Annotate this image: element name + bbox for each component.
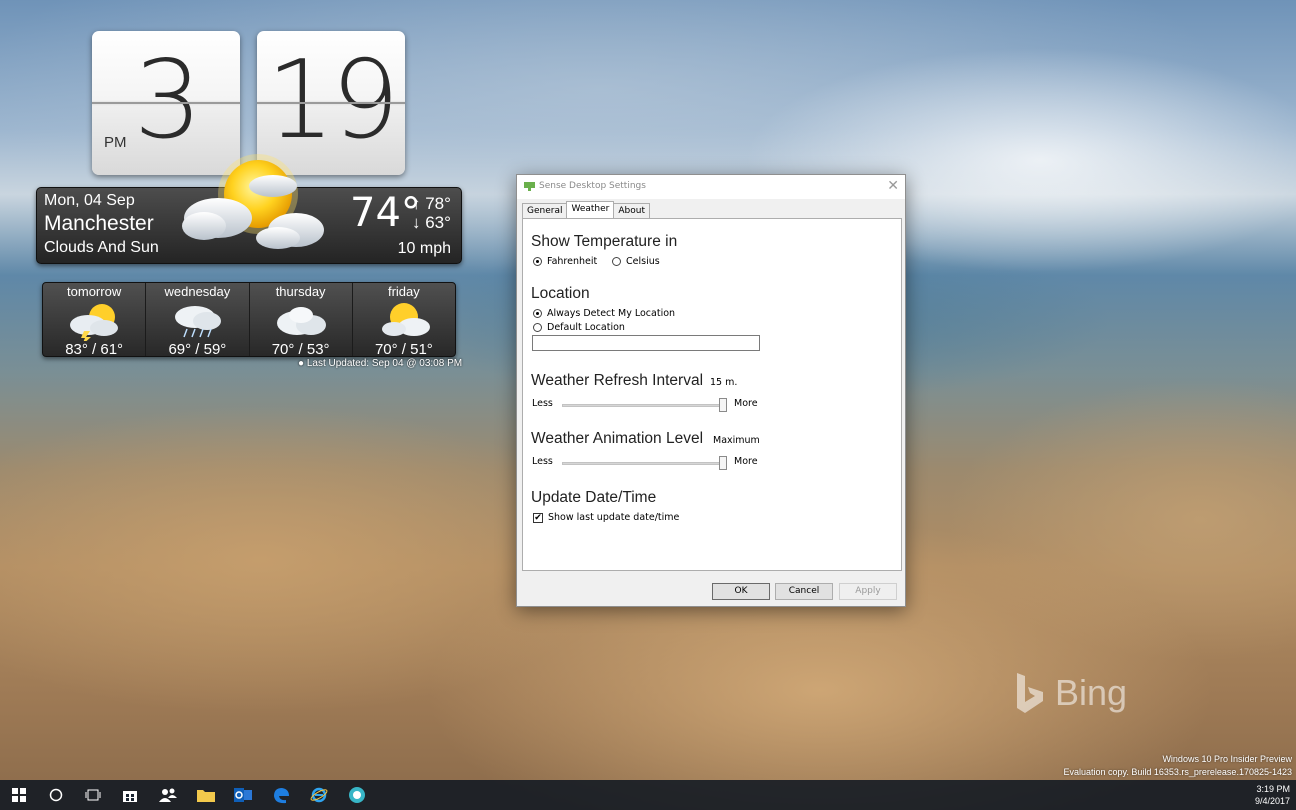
radio-selected[interactable] xyxy=(533,309,542,318)
animation-level-heading: Weather Animation Level xyxy=(531,430,704,447)
clock-ampm: PM xyxy=(104,134,127,151)
edge-icon[interactable] xyxy=(270,785,292,805)
clock-minute: 19 xyxy=(266,38,399,163)
forecast-day: wednesday 69° / 59° xyxy=(146,283,250,358)
tab-about[interactable]: About xyxy=(613,203,650,218)
fahrenheit-radio[interactable]: Fahrenheit xyxy=(533,256,597,267)
fahrenheit-label: Fahrenheit xyxy=(547,256,598,267)
forecast-day-name: friday xyxy=(387,284,420,299)
tab-weather[interactable]: Weather xyxy=(566,201,615,218)
refresh-slider-thumb[interactable] xyxy=(719,398,727,412)
forecast-day: friday 70° / 51° xyxy=(353,283,455,358)
forecast-temps: 83° / 61° xyxy=(65,341,124,358)
clock-divider xyxy=(257,102,405,104)
dialog-title: Sense Desktop Settings xyxy=(539,181,646,191)
animation-level-value: Maximum xyxy=(713,435,760,446)
os-watermark: Windows 10 Pro Insider Preview Evaluatio… xyxy=(1064,753,1293,779)
ie-icon[interactable] xyxy=(308,785,330,805)
ok-button[interactable]: OK xyxy=(712,583,770,600)
weather-current-temp: 74° xyxy=(350,190,421,236)
weather-city: Manchester xyxy=(44,212,154,235)
forecast-temps: 70° / 53° xyxy=(271,341,330,358)
watermark-line2: Evaluation copy. Build 16353.rs_prerelea… xyxy=(1063,767,1293,777)
bing-text: Bing xyxy=(1055,672,1128,713)
weather-low: ↓ 63° xyxy=(412,213,451,232)
apply-button[interactable]: Apply xyxy=(839,583,897,600)
forecast-temps: 69° / 59° xyxy=(168,341,227,358)
show-last-update-checkbox[interactable]: ✔ Show last update date/time xyxy=(533,512,679,523)
thunder-sun-icon xyxy=(70,304,119,341)
cancel-button[interactable]: Cancel xyxy=(775,583,833,600)
forecast-temps: 70° / 51° xyxy=(374,341,433,358)
partly-sunny-icon xyxy=(381,303,430,336)
forecast-widget[interactable]: tomorrow 83° / 61° wednesday 69° / 59° t… xyxy=(42,282,456,358)
app-icon[interactable] xyxy=(346,785,368,805)
task-view-icon[interactable] xyxy=(82,785,104,805)
bing-watermark: Bing xyxy=(1015,672,1127,714)
rain-cloud-icon xyxy=(175,306,222,338)
radio-unselected[interactable] xyxy=(612,257,621,266)
forecast-day: thursday 70° / 53° xyxy=(250,283,353,358)
settings-dialog: Sense Desktop Settings ✕ General Weather… xyxy=(516,174,906,607)
clouds-and-sun-icon xyxy=(182,154,324,249)
show-last-update-label: Show last update date/time xyxy=(548,512,680,523)
animation-slider-thumb[interactable] xyxy=(719,456,727,470)
store-icon[interactable] xyxy=(119,785,141,805)
location-heading: Location xyxy=(531,285,590,302)
tray-date: 9/4/2017 xyxy=(1254,796,1290,806)
weather-condition: Clouds And Sun xyxy=(44,239,159,256)
refresh-interval-heading: Weather Refresh Interval xyxy=(531,372,704,389)
file-explorer-icon[interactable] xyxy=(195,785,217,805)
default-location-input[interactable] xyxy=(532,335,760,351)
close-icon[interactable]: ✕ xyxy=(887,178,899,194)
refresh-interval-slider[interactable] xyxy=(562,404,724,407)
tab-strip: General Weather About xyxy=(522,201,650,218)
weather-high: ↑ 78° xyxy=(412,194,451,213)
bing-logo-icon xyxy=(1017,673,1043,713)
cloud-icon xyxy=(276,307,326,335)
radio-selected[interactable] xyxy=(533,257,542,266)
animation-less-label: Less xyxy=(532,456,553,467)
tray-time: 3:19 PM xyxy=(1256,784,1290,794)
taskbar: 3:19 PM 9/4/2017 xyxy=(0,780,1296,810)
outlook-icon[interactable] xyxy=(232,785,254,805)
celsius-label: Celsius xyxy=(626,256,660,267)
refresh-more-label: More xyxy=(734,398,758,409)
always-detect-radio[interactable]: Always Detect My Location xyxy=(533,308,675,319)
default-location-label: Default Location xyxy=(547,322,625,333)
checkbox-checked[interactable]: ✔ xyxy=(533,512,543,523)
forecast-day-name: tomorrow xyxy=(67,284,122,299)
celsius-radio[interactable]: Celsius xyxy=(612,256,660,267)
update-datetime-heading: Update Date/Time xyxy=(531,489,657,506)
forecast-day: tomorrow 83° / 61° xyxy=(43,283,147,358)
people-icon[interactable] xyxy=(157,785,179,805)
always-detect-label: Always Detect My Location xyxy=(547,308,676,319)
last-updated: ● Last Updated: Sep 04 @ 03:08 PM xyxy=(298,358,463,369)
cortana-icon[interactable] xyxy=(45,785,67,805)
show-temperature-heading: Show Temperature in xyxy=(531,233,678,250)
tab-general[interactable]: General xyxy=(522,203,568,218)
start-icon[interactable] xyxy=(8,785,30,805)
weather-wind: 10 mph xyxy=(397,240,451,257)
watermark-line1: Windows 10 Pro Insider Preview xyxy=(1162,754,1292,764)
weather-tab-panel: Show Temperature in Fahrenheit Celsius L… xyxy=(522,218,902,571)
refresh-interval-value: 15 m. xyxy=(710,377,738,388)
refresh-less-label: Less xyxy=(532,398,553,409)
dialog-titlebar[interactable]: Sense Desktop Settings ✕ xyxy=(517,175,905,199)
animation-more-label: More xyxy=(734,456,758,467)
forecast-day-name: thursday xyxy=(275,284,326,299)
forecast-day-name: wednesday xyxy=(164,284,231,299)
weather-date: Mon, 04 Sep xyxy=(44,192,135,209)
clock-divider xyxy=(92,102,240,104)
default-location-radio[interactable]: Default Location xyxy=(533,322,625,333)
app-icon xyxy=(524,182,535,191)
system-tray-clock[interactable]: 3:19 PM 9/4/2017 xyxy=(1255,783,1290,807)
animation-level-slider[interactable] xyxy=(562,462,724,465)
radio-unselected[interactable] xyxy=(533,323,542,332)
